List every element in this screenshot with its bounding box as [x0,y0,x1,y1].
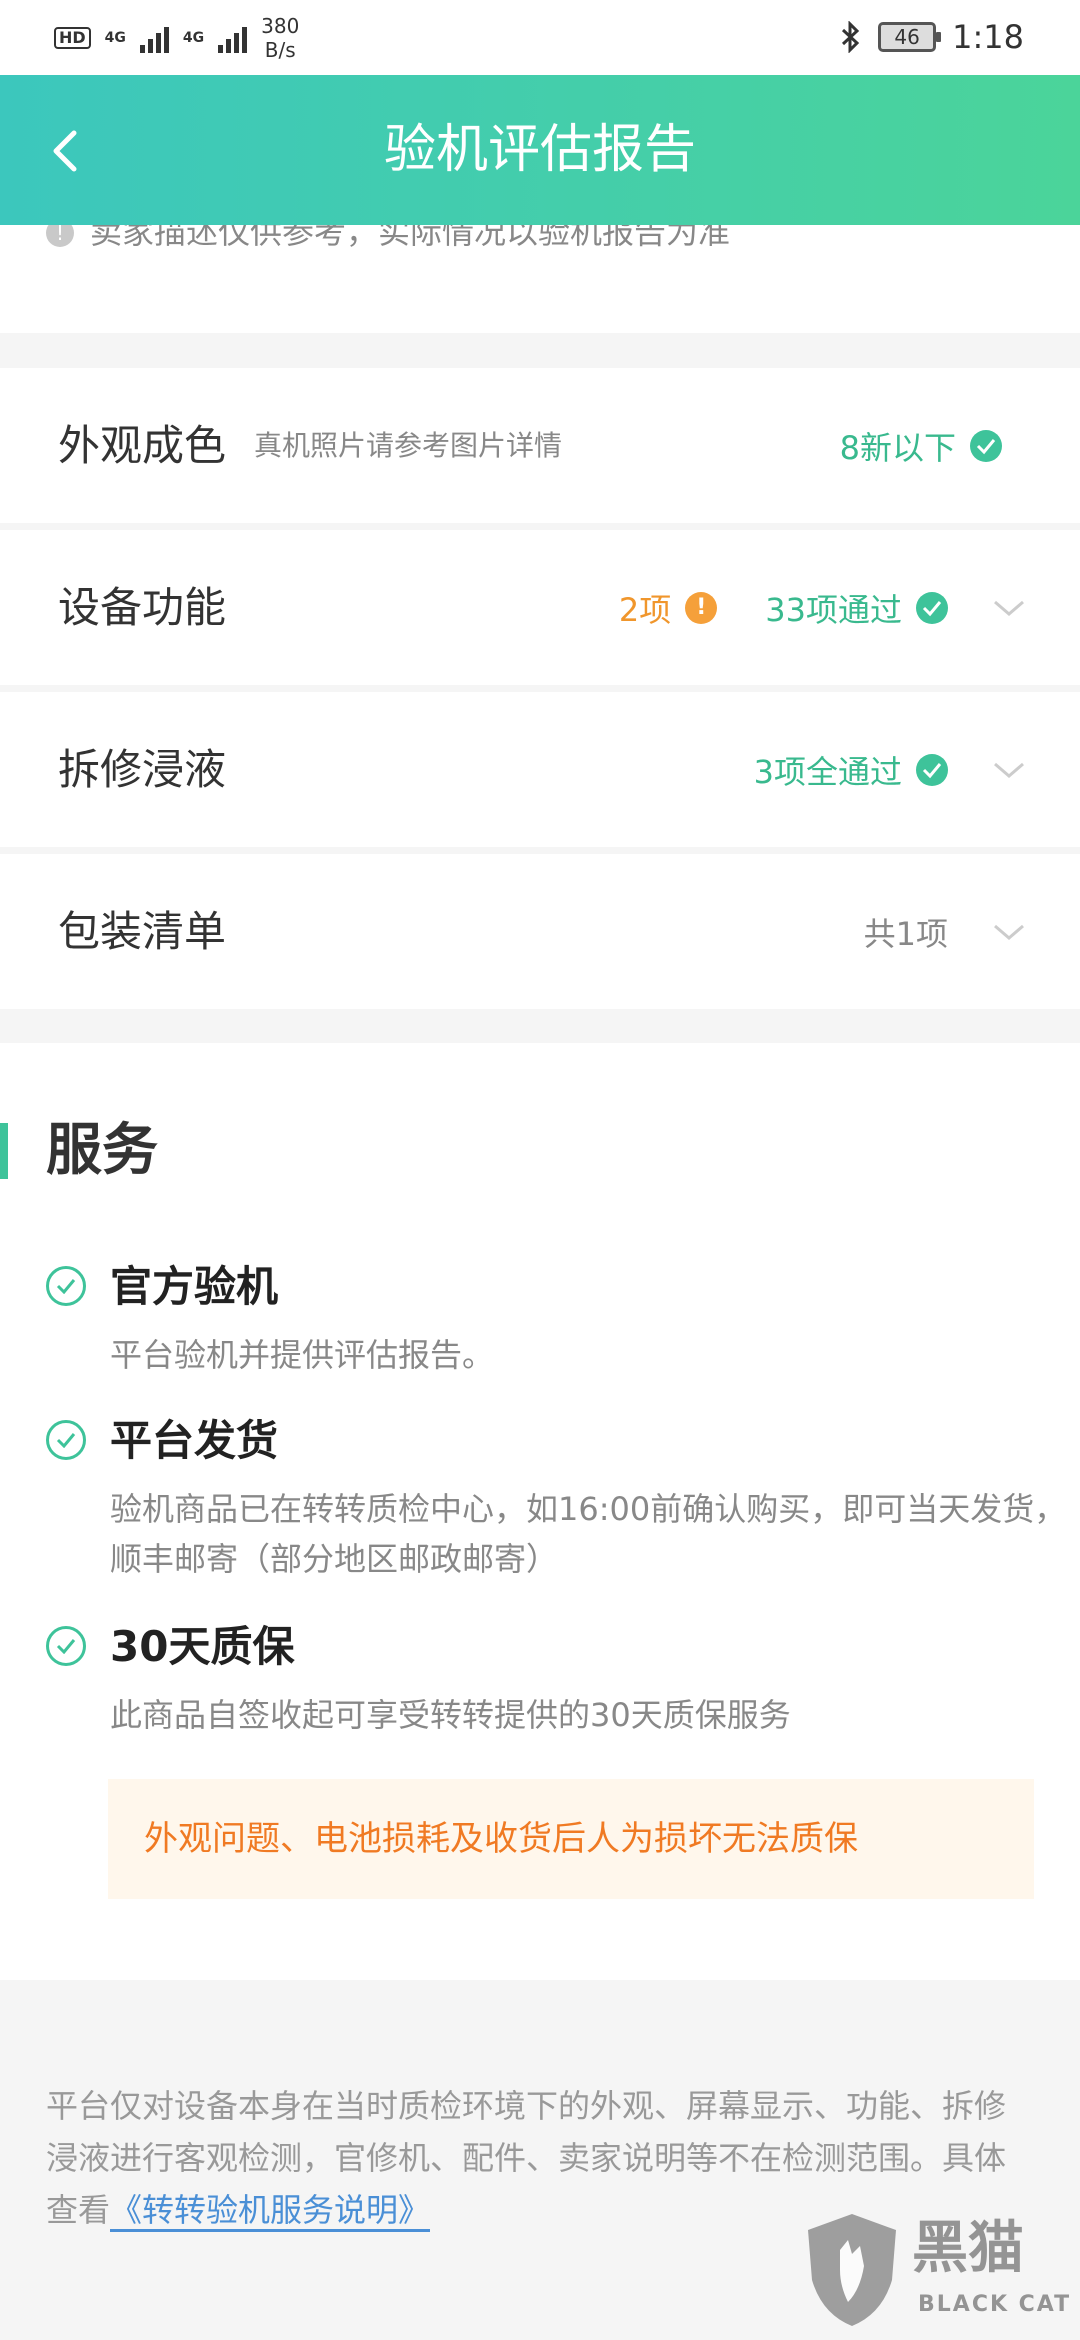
chevron-down-icon [994,924,1024,940]
check-outline-icon [46,1626,86,1666]
service-desc: 此商品自签收起可享受转转提供的30天质保服务 [110,1696,791,1734]
watermark-text-en: BLACK CAT [918,2292,1072,2317]
row-appearance[interactable]: 外观成色 真机照片请参考图片详情 8新以下 [0,368,1080,523]
network-type-2: 4G [182,30,205,46]
chevron-down-icon [994,762,1024,778]
row-label: 包装清单 [58,907,227,956]
check-icon [916,591,948,624]
signal-icon-1 [139,23,169,53]
warning-icon: ! [685,591,718,624]
bluetooth-icon [842,21,860,53]
network-speed-unit: B/s [264,38,296,62]
clock: 1:18 [952,18,1024,56]
service-name: 30天质保 [110,1622,295,1671]
service-desc: 平台验机并提供评估报告。 [110,1336,495,1374]
service-desc: 验机商品已在转转质检中心，如16:00前确认购买，即可当天发货，顺丰邮寄（部分地… [110,1490,1067,1578]
section-title: 服务 [46,1118,158,1183]
battery-icon: 46 [878,22,942,52]
section-accent-bar [0,1123,8,1179]
page-title: 验机评估报告 [383,120,696,180]
check-outline-icon [46,1266,86,1306]
hd-voice-icon: HD [54,27,91,49]
warranty-exclusion-notice: 外观问题、电池损耗及收货后人为损坏无法质保 [108,1779,1034,1899]
network-type-1: 4G [104,30,126,46]
row-status: 共1项 [864,854,1026,1009]
watermark-text-zh: 黑猫 [912,2216,1024,2281]
seller-notice: ! 卖家描述仅供参考，实际情况以验机报告为准 [0,225,1080,333]
info-icon: ! [46,225,74,247]
network-speed-value: 380 [261,14,300,38]
top-nav-bar: 验机评估报告 [0,75,1080,225]
status-text: 33项通过 [765,590,902,629]
service-name: 平台发货 [110,1416,279,1465]
black-cat-watermark: 黑猫 BLACK CAT [802,2210,1072,2340]
check-icon [970,429,1002,462]
network-speed: 380 B/s [261,14,299,62]
status-text: 3项全通过 [753,752,902,791]
status-text: 8新以下 [839,428,956,467]
status-text: 共1项 [863,914,948,953]
row-label: 拆修浸液 [58,745,227,794]
status-bar: HD 4G 4G 380 B/s 46 1:18 [0,0,1080,75]
warn-count: 2项 [618,590,672,629]
check-outline-icon [46,1420,86,1460]
signal-icon-2 [218,23,248,53]
check-icon [916,753,948,786]
service-description-link[interactable]: 《转转验机服务说明》 [110,2191,431,2232]
notice-text: 卖家描述仅供参考，实际情况以验机报告为准 [90,225,731,251]
row-package-list[interactable]: 包装清单 共1项 [0,854,1080,1009]
row-status: 2项 ! 33项通过 [619,530,1026,685]
row-repair-liquid[interactable]: 拆修浸液 3项全通过 [0,692,1080,847]
status-right: 46 1:18 [840,18,1024,56]
status-left: HD 4G 4G 380 B/s [54,14,299,62]
notice-inner: ! 卖家描述仅供参考，实际情况以验机报告为准 [46,225,730,251]
service-section: 服务 官方验机 平台验机并提供评估报告。 平台发货 验机商品已在转转质检中心，如… [0,1043,1080,1980]
row-sub: 真机照片请参考图片详情 [254,429,563,462]
cat-shield-logo-icon [808,2214,896,2326]
row-label: 设备功能 [58,583,227,632]
row-status: 3项全通过 [754,692,1026,847]
row-device-function[interactable]: 设备功能 2项 ! 33项通过 [0,530,1080,685]
row-label: 外观成色 [58,421,227,470]
chevron-down-icon [994,600,1024,616]
service-name: 官方验机 [110,1262,279,1311]
row-status: 8新以下 [840,368,1026,523]
